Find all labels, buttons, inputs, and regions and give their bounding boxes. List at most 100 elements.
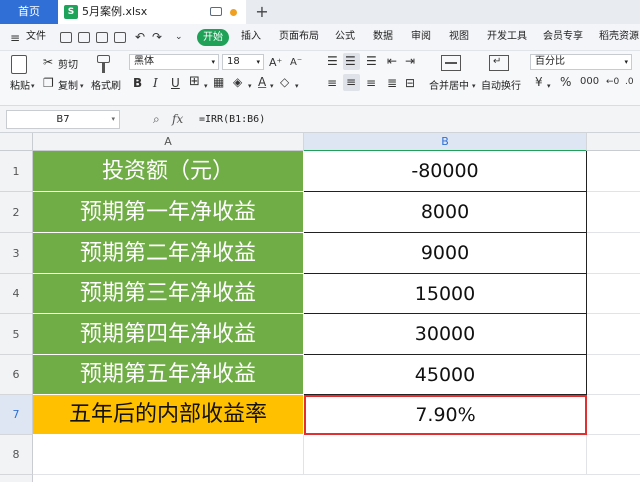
row-header[interactable]: 6 <box>0 355 33 395</box>
row-header[interactable] <box>0 475 33 482</box>
clear-dropdown-icon[interactable]: ▾ <box>295 79 299 93</box>
row-header[interactable]: 7 <box>0 395 33 435</box>
increase-decimal-icon[interactable]: ←0 <box>606 75 619 89</box>
cell-b1[interactable]: -80000 <box>304 151 587 192</box>
cell-b6[interactable]: 45000 <box>304 355 587 395</box>
indent-increase-icon[interactable]: ⇥ <box>405 54 415 68</box>
save-icon[interactable] <box>60 32 72 43</box>
cell-c6[interactable] <box>587 355 640 395</box>
fx-button[interactable]: fx <box>172 112 183 126</box>
thousands-icon[interactable]: 000 <box>580 75 599 89</box>
monitor-icon[interactable] <box>210 7 222 16</box>
print-icon[interactable] <box>96 32 108 43</box>
cell-c4[interactable] <box>587 274 640 314</box>
align-top-icon[interactable]: ☰ <box>327 54 338 68</box>
file-tab[interactable]: S 5月案例.xlsx <box>58 0 246 24</box>
new-tab-button[interactable]: + <box>252 0 272 24</box>
row-header[interactable]: 3 <box>0 233 33 274</box>
row-header[interactable]: 8 <box>0 435 33 475</box>
redo-icon[interactable]: ↷ <box>152 30 162 44</box>
font-color-dropdown-icon[interactable]: ▾ <box>270 79 274 93</box>
menu-developer[interactable]: 开发工具 <box>487 24 527 50</box>
align-middle-icon[interactable]: ☰ <box>343 53 360 70</box>
currency-dropdown-icon[interactable]: ▾ <box>547 79 551 93</box>
row-header[interactable]: 5 <box>0 314 33 355</box>
fill-dropdown-icon[interactable]: ▾ <box>248 79 252 93</box>
cell-b3[interactable]: 9000 <box>304 233 587 274</box>
border-dropdown-icon[interactable]: ▾ <box>204 79 208 93</box>
paste-icon[interactable] <box>11 55 27 74</box>
more-chevron-icon[interactable]: ⌄ <box>175 30 183 44</box>
cell-a2[interactable]: 预期第一年净收益 <box>33 192 304 233</box>
zoom-search-icon[interactable]: ⌕ <box>153 112 160 126</box>
column-header-a[interactable]: A <box>33 133 304 151</box>
merge-center-button[interactable]: 合并居中 <box>429 77 469 92</box>
align-right-icon[interactable]: ≡ <box>366 76 376 90</box>
cell-a1[interactable]: 投资额（元） <box>33 151 304 192</box>
formula-input[interactable]: =IRR(B1:B6) <box>199 111 265 128</box>
cell-c2[interactable] <box>587 192 640 233</box>
wrap-text-button[interactable]: 自动换行 <box>481 77 521 92</box>
clear-format-icon[interactable]: ◇ <box>280 75 289 89</box>
cell-b2[interactable]: 8000 <box>304 192 587 233</box>
hamburger-icon[interactable]: ≡ <box>10 31 20 45</box>
cell-b8[interactable] <box>304 435 587 475</box>
align-bottom-icon[interactable]: ☰ <box>366 54 377 68</box>
cell-fill-icon[interactable]: ▦ <box>213 75 224 89</box>
row-header[interactable]: 1 <box>0 151 33 192</box>
menu-file[interactable]: 文件 <box>26 24 46 50</box>
cell-a6[interactable]: 预期第五年净收益 <box>33 355 304 395</box>
cell-c1[interactable] <box>587 151 640 192</box>
menu-page-layout[interactable]: 页面布局 <box>279 24 319 50</box>
cut-icon[interactable]: ✂ <box>43 55 53 69</box>
cell-c5[interactable] <box>587 314 640 355</box>
cell-a4[interactable]: 预期第三年净收益 <box>33 274 304 314</box>
format-painter-icon[interactable] <box>97 55 110 73</box>
row-header[interactable]: 4 <box>0 274 33 314</box>
menu-start[interactable]: 开始 <box>197 29 229 46</box>
menu-docer-resources[interactable]: 稻壳资源 <box>599 24 639 50</box>
font-name-select[interactable]: 黑体 ▾ <box>129 54 219 70</box>
cell-c7[interactable] <box>587 395 640 435</box>
cell-b4[interactable]: 15000 <box>304 274 587 314</box>
menu-review[interactable]: 审阅 <box>411 24 431 50</box>
copy-dropdown-icon[interactable]: ▾ <box>80 79 84 93</box>
cell-a5[interactable]: 预期第四年净收益 <box>33 314 304 355</box>
menu-insert[interactable]: 插入 <box>241 24 261 50</box>
print-preview-icon[interactable] <box>114 32 126 43</box>
font-color-icon[interactable]: A <box>258 75 266 89</box>
name-box[interactable]: B7 ▾ <box>6 110 120 129</box>
fill-color-icon[interactable]: ◈ <box>233 75 242 89</box>
currency-button[interactable]: ¥ <box>535 75 543 89</box>
select-all-corner[interactable] <box>0 133 33 151</box>
decrease-font-icon[interactable]: A⁻ <box>290 56 302 70</box>
align-left-icon[interactable]: ≡ <box>327 76 337 90</box>
increase-font-icon[interactable]: A⁺ <box>269 56 282 70</box>
cell-b7[interactable]: 7.90% <box>304 395 587 435</box>
indent-decrease-icon[interactable]: ⇤ <box>387 54 397 68</box>
distributed-icon[interactable]: ⊟ <box>405 76 415 90</box>
cell-a3[interactable]: 预期第二年净收益 <box>33 233 304 274</box>
decrease-decimal-icon[interactable]: .0 <box>625 75 634 89</box>
justify-icon[interactable]: ≣ <box>387 76 397 90</box>
align-center-icon[interactable]: ≡ <box>343 74 360 91</box>
border-icon[interactable]: ⊞ <box>189 75 200 89</box>
row-header[interactable]: 2 <box>0 192 33 233</box>
cell-a8[interactable] <box>33 435 304 475</box>
paste-dropdown-icon[interactable]: ▾ <box>31 79 35 93</box>
merge-dropdown-icon[interactable]: ▾ <box>472 79 476 93</box>
home-tab[interactable]: 首页 <box>0 0 58 24</box>
bold-button[interactable]: B <box>133 76 142 90</box>
cell-c3[interactable] <box>587 233 640 274</box>
menu-view[interactable]: 视图 <box>449 24 469 50</box>
copy-button[interactable]: 复制 <box>58 77 78 92</box>
undo-icon[interactable]: ↶ <box>135 30 145 44</box>
cut-button[interactable]: 剪切 <box>58 56 78 71</box>
cell-c8[interactable] <box>587 435 640 475</box>
cell-b5[interactable]: 30000 <box>304 314 587 355</box>
paste-button[interactable]: 粘贴 <box>10 77 30 92</box>
copy-icon[interactable]: ❐ <box>43 76 54 90</box>
menu-formulas[interactable]: 公式 <box>335 24 355 50</box>
italic-button[interactable]: I <box>153 76 158 90</box>
percent-button[interactable]: % <box>560 75 571 89</box>
